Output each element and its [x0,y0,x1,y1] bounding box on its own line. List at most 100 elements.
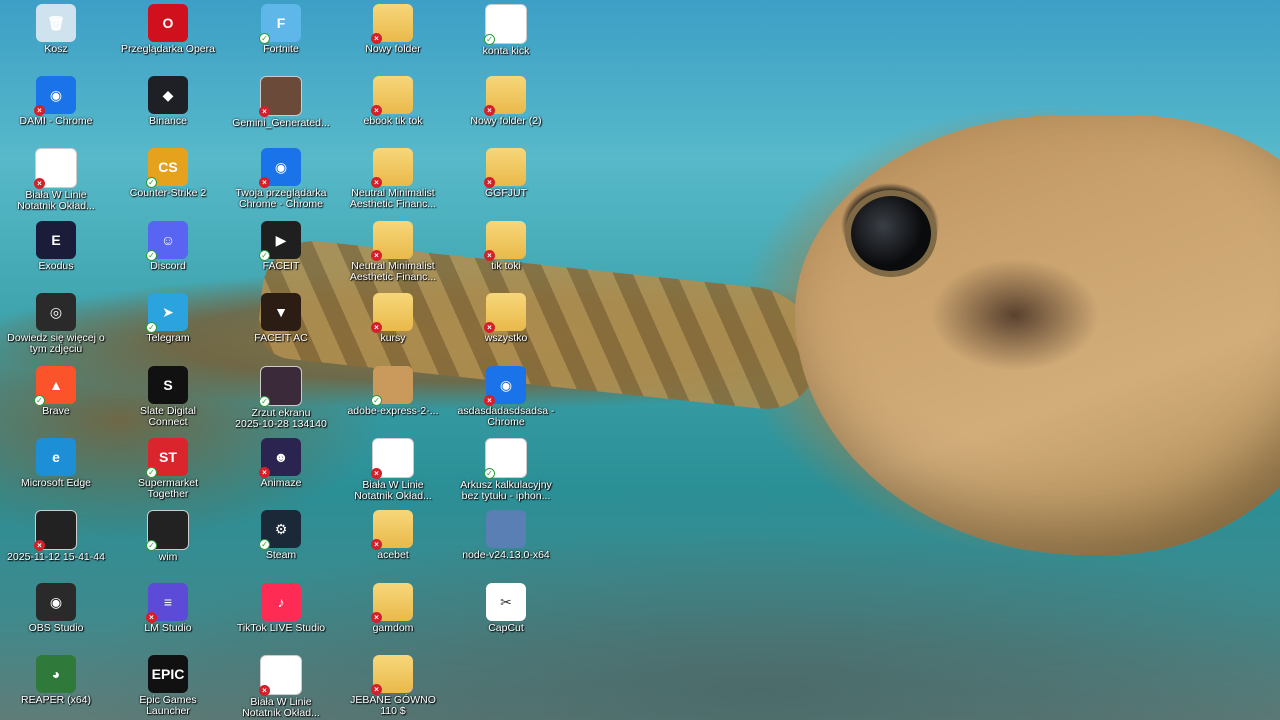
opera-icon: O [148,4,188,42]
desktop-icon[interactable]: ▶ ✓ FACEIT [225,221,337,291]
desktop-icon[interactable]: EPIC Epic Games Launcher [112,655,224,720]
desktop-icon[interactable]: ➤ ✓ Telegram [112,293,224,363]
desktop-icon[interactable]: ◉ OBS Studio [0,583,112,653]
sync-error-icon: × [484,250,495,261]
desktop-icon[interactable]: × Neutral Minimalist Aesthetic Financ... [337,221,449,291]
desktop-icon-label: Biała W Linie Notatnik Okład... [242,696,320,719]
desktop-icon-label: FACEIT [262,260,300,272]
desktop-icon[interactable]: e Microsoft Edge [0,438,112,508]
sync-error-icon: × [371,322,382,333]
sync-error-icon: × [34,178,45,189]
slate-digital-icon: S [148,366,188,404]
desktop-icon[interactable]: × 2025-11-12 15-41-44 [0,510,112,580]
desktop-icon-label: Steam [265,549,297,561]
brave-icon: ▲ ✓ [34,366,76,406]
sync-error-icon: × [371,105,382,116]
desktop-icon[interactable]: ≡ × LM Studio [112,583,224,653]
desktop-icon[interactable]: CS ✓ Counter-Strike 2 [112,148,224,218]
desktop-icon[interactable]: 🗑 Kosz [0,4,112,74]
desktop-icon-label: TikTok LIVE Studio [236,622,326,634]
desktop-icon[interactable]: × ebook tik tok [337,76,449,146]
sync-ok-icon: ✓ [259,33,270,44]
desktop-icon[interactable]: × Nowy folder (2) [450,76,562,146]
desktop-icon[interactable]: F ✓ Fortnite [225,4,337,74]
epic-games-icon: EPIC [148,655,188,693]
desktop-icon[interactable]: S Slate Digital Connect [112,366,224,436]
desktop-icon[interactable]: node-v24.13.0-x64 [450,510,562,580]
desktop-icon-label: Biała W Linie Notatnik Okład... [354,479,432,502]
desktop-icon[interactable]: × acebet [337,510,449,580]
desktop-icon[interactable]: × tik toki [450,221,562,291]
desktop-icon-label: Twoja przeglądarka Chrome - Chrome [235,187,327,210]
desktop-icon-label: adobe-express-2-... [347,405,439,417]
sync-ok-icon: ✓ [484,468,495,479]
edge-icon: e [36,438,76,476]
desktop-icon[interactable]: × kursy [337,293,449,363]
desktop-icon[interactable]: × Gemini_Generated... [225,76,337,146]
sync-ok-icon: ✓ [259,539,270,550]
desktop-icon[interactable]: ST ✓ Supermarket Together [112,438,224,508]
desktop-icon-label: Neutral Minimalist Aesthetic Financ... [349,260,437,283]
desktop[interactable]: 🗑 Kosz O Przeglądarka Opera F ✓ Fortnite × Nowy … [0,0,1280,720]
sync-error-icon: × [259,685,270,696]
sync-ok-icon: ✓ [146,540,157,551]
sync-error-icon: × [259,177,270,188]
sync-error-icon: × [371,612,382,623]
desktop-icon[interactable]: ▲ ✓ Brave [0,366,112,436]
folder-icon: × [371,4,413,44]
folder-icon: × [371,655,413,695]
pdf-file-icon: × [259,655,302,696]
desktop-icon[interactable]: ◕ REAPER (x64) [0,655,112,720]
lm-studio-icon: ≡ × [146,583,188,623]
desktop-icon[interactable]: ◉ × asdasdadasdsadsa - Chrome [450,366,562,436]
desktop-icon[interactable]: × Biała W Linie Notatnik Okład... [225,655,337,720]
chrome-icon: ◉ × [259,148,301,188]
desktop-icon[interactable]: ▼ FACEIT AC [225,293,337,363]
desktop-icon[interactable]: ☻ × Animaze [225,438,337,508]
sync-error-icon: × [371,468,382,479]
sync-error-icon: × [484,322,495,333]
desktop-icon-label: ebook tik tok [363,115,423,127]
desktop-icon[interactable]: × wszystko [450,293,562,363]
document-icon: ✓ [484,4,527,45]
desktop-icon-label: gamdom [372,622,414,634]
exodus-icon: E [36,221,76,259]
desktop-icon-grid: 🗑 Kosz O Przeglądarka Opera F ✓ Fortnite × Nowy … [0,0,1280,720]
sync-ok-icon: ✓ [34,395,45,406]
desktop-icon-label: Zrzut ekranu 2025-10-28 134140 [235,407,327,430]
desktop-icon[interactable]: ✂ CapCut [450,583,562,653]
desktop-icon[interactable]: ✓ Zrzut ekranu 2025-10-28 134140 [225,366,337,436]
steam-icon: ⚙ ✓ [259,510,301,550]
image-file-icon: × [259,76,302,117]
desktop-icon[interactable]: × Neutral Minimalist Aesthetic Financ... [337,148,449,218]
folder-icon: × [371,583,413,623]
desktop-icon-label: Microsoft Edge [20,477,92,489]
desktop-icon[interactable]: × JEBANE GÓWNO 110 $ [337,655,449,720]
desktop-icon[interactable]: ✓ Arkusz kalkulacyjny bez tytułu - iphon.… [450,438,562,508]
desktop-icon[interactable]: O Przeglądarka Opera [112,4,224,74]
desktop-icon[interactable]: ✓ wim [112,510,224,580]
desktop-icon[interactable]: E Exodus [0,221,112,291]
capcut-icon: ✂ [486,583,526,621]
desktop-icon-label: CapCut [488,622,524,634]
desktop-icon[interactable]: ☺ ✓ Discord [112,221,224,291]
desktop-icon[interactable]: ♪ TikTok LIVE Studio [225,583,337,653]
desktop-icon[interactable]: × Biała W Linie Notatnik Okład... [337,438,449,508]
folder-icon: × [371,148,413,188]
desktop-icon[interactable]: ◉ × DAMI - Chrome [0,76,112,146]
desktop-icon[interactable]: ✓ konta kick [450,4,562,74]
desktop-icon[interactable]: ◆ Binance [112,76,224,146]
spreadsheet-icon: ✓ [484,438,527,479]
desktop-icon[interactable]: ✓ adobe-express-2-... [337,366,449,436]
desktop-icon[interactable]: ⚙ ✓ Steam [225,510,337,580]
supermarket-together-icon: ST ✓ [146,438,188,478]
desktop-icon-label: tik toki [491,260,521,272]
desktop-icon-label: GGFJUT [485,187,527,199]
desktop-icon[interactable]: × Biała W Linie Notatnik Okład... [0,148,112,218]
desktop-icon[interactable]: ◎ Dowiedz się więcej o tym zdjęciu [0,293,112,363]
desktop-icon[interactable]: × gamdom [337,583,449,653]
desktop-icon[interactable]: × GGFJUT [450,148,562,218]
desktop-icon[interactable]: × Nowy folder [337,4,449,74]
desktop-icon[interactable]: ◉ × Twoja przeglądarka Chrome - Chrome [225,148,337,218]
folder-icon: × [371,293,413,333]
